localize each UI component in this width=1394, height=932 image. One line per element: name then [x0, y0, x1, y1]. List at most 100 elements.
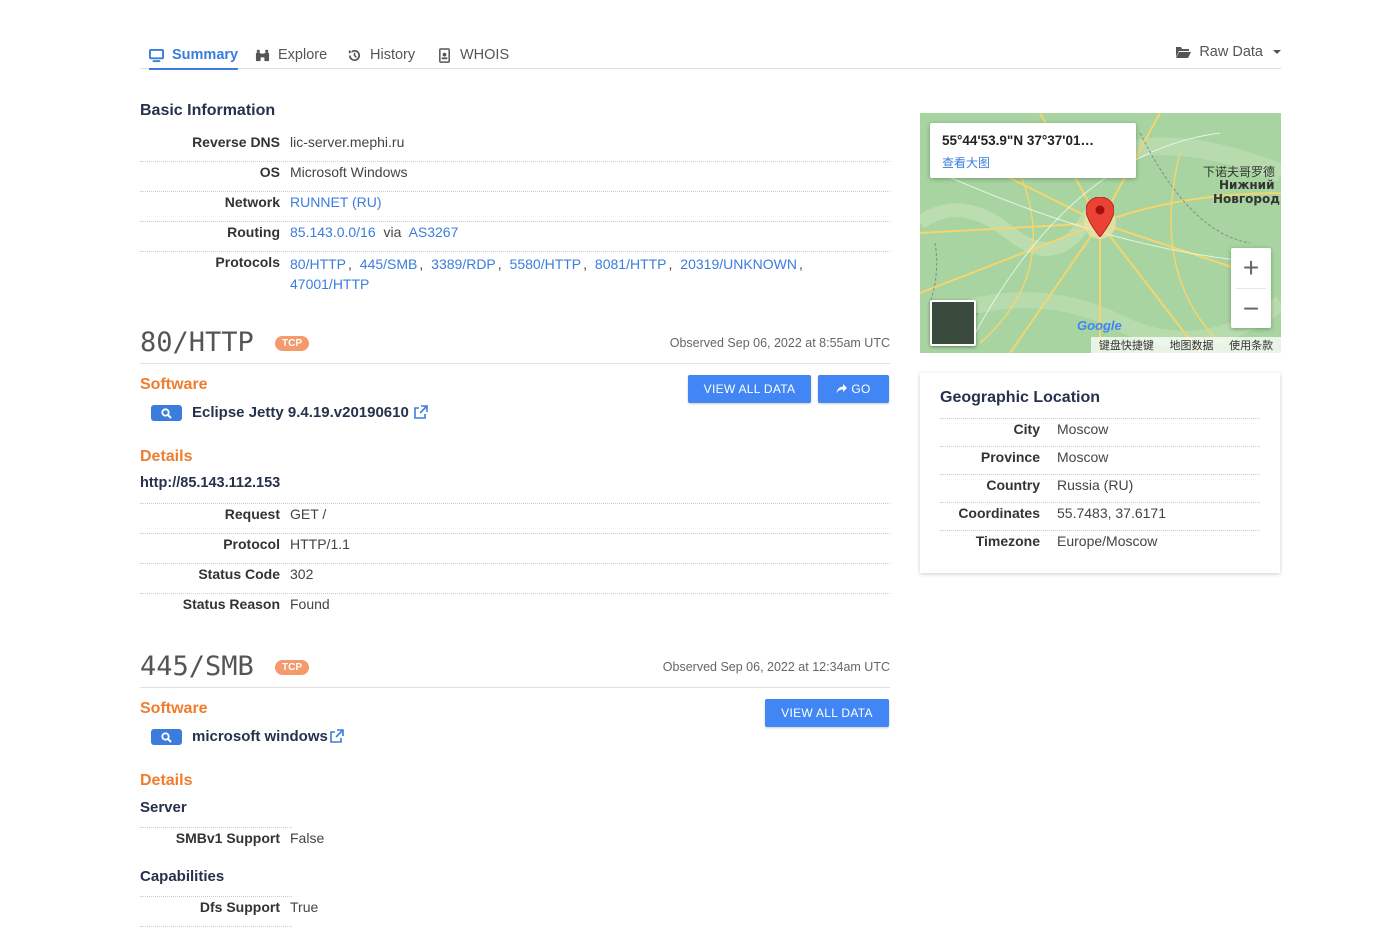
- view-all-data-button[interactable]: VIEW ALL DATA: [688, 375, 811, 403]
- google-logo: Google: [1077, 318, 1122, 333]
- geo-location-card: Geographic Location City Moscow Province…: [920, 373, 1280, 573]
- divider: [940, 502, 1260, 503]
- location-map[interactable]: 55°44'53.9"N 37°37'01… 查看大图 下诺夫哥罗德 Нижни…: [920, 113, 1281, 353]
- divider: [140, 896, 292, 897]
- zoom-out-button[interactable]: −: [1231, 289, 1271, 328]
- divider: [140, 533, 890, 534]
- external-link-icon[interactable]: [413, 405, 428, 420]
- zoom-in-button[interactable]: +: [1231, 248, 1271, 288]
- tab-explore[interactable]: Explore: [255, 42, 327, 68]
- geo-row-province: Province Moscow: [940, 449, 1109, 465]
- protocols-key: Protocols: [215, 254, 280, 270]
- status-reason-row: Status Reason Found: [140, 596, 330, 612]
- detail-key: Status Reason: [182, 596, 280, 612]
- detail-value: Found: [290, 596, 330, 612]
- protocol-link[interactable]: 5580/HTTP: [510, 256, 582, 272]
- map-info-card: 55°44'53.9"N 37°37'01… 查看大图: [930, 123, 1136, 178]
- detail-value: False: [290, 830, 325, 846]
- software-name: Eclipse Jetty 9.4.19.v20190610: [192, 404, 409, 421]
- tab-label: Explore: [278, 47, 328, 63]
- detail-value: 302: [290, 566, 314, 582]
- software-heading: Software: [140, 376, 208, 393]
- geo-value: Russia (RU): [1057, 477, 1134, 493]
- asn-link[interactable]: AS3267: [409, 224, 459, 240]
- tab-bar: Summary Explore History WHOIS Raw Data: [140, 38, 1281, 70]
- external-link-icon[interactable]: [329, 729, 344, 744]
- monitor-icon: [149, 48, 164, 62]
- protocol-link[interactable]: 445/SMB: [360, 256, 418, 272]
- terms-link[interactable]: 使用条款: [1229, 337, 1273, 353]
- divider: [940, 530, 1260, 531]
- software-name: microsoft windows: [192, 728, 328, 745]
- go-label: GO: [851, 382, 871, 396]
- details-heading: Details: [140, 772, 193, 789]
- geo-key: Timezone: [975, 533, 1040, 549]
- divider: [140, 221, 890, 222]
- tab-summary[interactable]: Summary: [149, 42, 239, 70]
- divider: [140, 191, 890, 192]
- transport-badge: TCP: [275, 660, 309, 675]
- divider: [140, 161, 890, 162]
- network-row: Network RUNNET (RU): [140, 194, 382, 210]
- divider: [140, 251, 890, 252]
- geo-value: Moscow: [1057, 449, 1109, 465]
- raw-data-dropdown[interactable]: Raw Data: [1175, 44, 1281, 60]
- geo-row-coordinates: Coordinates 55.7483, 37.6171: [940, 505, 1166, 521]
- protocol-link[interactable]: 47001/HTTP: [290, 276, 369, 292]
- divider: [940, 474, 1260, 475]
- details-heading: Details: [140, 448, 193, 465]
- search-icon: [161, 731, 172, 743]
- os-value: Microsoft Windows: [290, 164, 408, 180]
- tab-history[interactable]: History: [347, 42, 415, 68]
- detail-key: Status Code: [198, 566, 280, 582]
- search-software-button[interactable]: [151, 405, 182, 421]
- routing-row: Routing 85.143.0.0/16 via AS3267: [140, 224, 458, 240]
- share-arrow-icon: [836, 384, 848, 394]
- geo-title: Geographic Location: [940, 389, 1101, 406]
- view-larger-map-link[interactable]: 查看大图: [942, 154, 990, 171]
- network-key: Network: [224, 194, 280, 210]
- protocol-link[interactable]: 20319/UNKNOWN: [680, 256, 797, 272]
- protocols-row: Protocols 80/HTTP, 445/SMB, 3389/RDP, 55…: [140, 254, 810, 294]
- detail-key: Request: [224, 506, 280, 522]
- map-pin-icon[interactable]: [1086, 197, 1114, 237]
- tab-whois[interactable]: WHOIS: [437, 42, 509, 68]
- transport-badge: TCP: [275, 336, 309, 351]
- dfs-row: Dfs Support True: [140, 899, 318, 915]
- keyboard-shortcuts-link[interactable]: 键盘快捷键: [1099, 337, 1154, 353]
- go-button[interactable]: GO: [818, 375, 889, 403]
- routing-via: via: [383, 224, 402, 240]
- zoom-controls: + −: [1231, 248, 1271, 328]
- search-software-button[interactable]: [151, 729, 182, 745]
- geo-key: City: [1013, 421, 1040, 437]
- geo-value: Europe/Moscow: [1057, 533, 1158, 549]
- geo-key: Coordinates: [958, 505, 1040, 521]
- tab-label: Summary: [172, 47, 239, 63]
- os-key: OS: [259, 164, 280, 180]
- tab-label: History: [370, 47, 416, 63]
- network-link[interactable]: RUNNET (RU): [290, 194, 382, 210]
- satellite-toggle[interactable]: [930, 300, 976, 346]
- map-footer: 键盘快捷键 地图数据 使用条款: [1091, 337, 1281, 353]
- basic-info-title: Basic Information: [140, 102, 276, 119]
- divider: [140, 593, 890, 594]
- divider: [940, 446, 1260, 447]
- service-url: http://85.143.112.153: [140, 475, 281, 491]
- protocol-row: Protocol HTTP/1.1: [140, 536, 350, 552]
- protocol-link[interactable]: 80/HTTP: [290, 256, 346, 272]
- geo-value: 55.7483, 37.6171: [1057, 505, 1166, 521]
- view-all-data-button[interactable]: VIEW ALL DATA: [765, 699, 889, 727]
- reverse-dns-key: Reverse DNS: [192, 134, 280, 150]
- observed-timestamp: Observed Sep 06, 2022 at 8:55am UTC: [669, 336, 890, 350]
- detail-key: SMBv1 Support: [175, 830, 280, 846]
- capabilities-heading: Capabilities: [140, 868, 225, 885]
- divider: [140, 563, 890, 564]
- geo-value: Moscow: [1057, 421, 1109, 437]
- protocol-link[interactable]: 8081/HTTP: [595, 256, 667, 272]
- map-coordinates: 55°44'53.9"N 37°37'01…: [942, 133, 1094, 148]
- observed-timestamp: Observed Sep 06, 2022 at 12:34am UTC: [662, 660, 890, 674]
- section-divider: [140, 363, 890, 364]
- protocol-link[interactable]: 3389/RDP: [431, 256, 496, 272]
- routing-prefix-link[interactable]: 85.143.0.0/16: [290, 224, 376, 240]
- map-data-link[interactable]: 地图数据: [1169, 337, 1213, 353]
